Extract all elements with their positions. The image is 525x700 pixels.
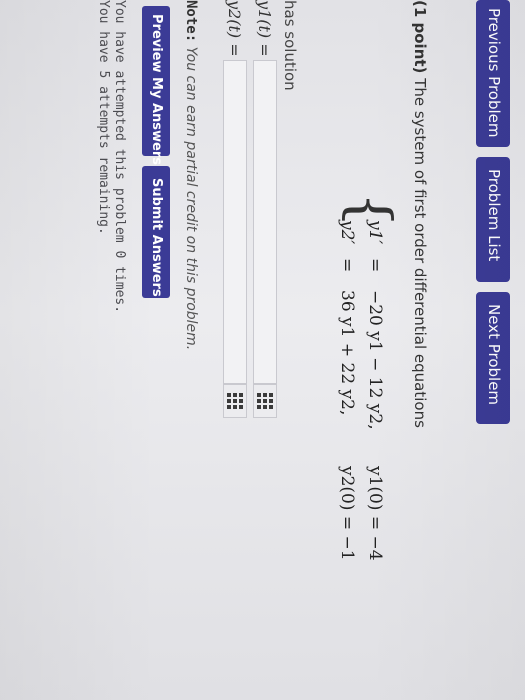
- equation-rhs: −20 y1 − 12 y2,: [365, 290, 385, 430]
- problem-points: (1 point): [411, 0, 429, 74]
- equation-editor-icon[interactable]: [253, 384, 277, 418]
- answer-row-y2: y2(t) =: [218, 0, 248, 560]
- next-problem-button[interactable]: Next Problem: [476, 292, 510, 424]
- problem-navigation: Previous Problem Problem List Next Probl…: [476, 0, 510, 424]
- previous-problem-button[interactable]: Previous Problem: [476, 0, 510, 147]
- y2-answer-input[interactable]: [223, 60, 247, 384]
- preview-answers-button[interactable]: Preview My Answers: [142, 6, 170, 165]
- initial-condition: y2(0) = −1: [337, 466, 357, 561]
- problem-page: Previous Problem Problem List Next Probl…: [0, 0, 525, 700]
- differential-equation-system: { y1′ = −20 y1 − 12 y2, y1(0) = −4 y2′ =…: [311, 192, 407, 612]
- y1-answer-input[interactable]: [253, 60, 277, 384]
- screen: Previous Problem Problem List Next Probl…: [0, 0, 525, 700]
- problem-text: The system of first order differential e…: [411, 78, 429, 428]
- answer-actions: Preview My Answers Submit Answers: [142, 6, 170, 298]
- attempts-count-text: You have attempted this problem 0 times.: [112, 0, 127, 314]
- problem-statement: (1 point) The system of first order diff…: [411, 0, 429, 428]
- note-text: You can earn partial credit on this prob…: [183, 46, 199, 351]
- note-label: Note:: [183, 0, 199, 43]
- equation-editor-icon[interactable]: [223, 384, 247, 418]
- equation-lhs: y2′: [337, 220, 357, 245]
- initial-condition: y1(0) = −4: [365, 466, 385, 561]
- partial-credit-note: Note: You can earn partial credit on thi…: [183, 0, 199, 350]
- answer-row-y1: y1(t) =: [248, 0, 278, 560]
- answer-label: y2(t) =: [225, 0, 244, 57]
- equation-rhs: 36 y1 + 22 y2,: [337, 290, 357, 416]
- attempts-remaining-text: You have 5 attempts remaining.: [96, 0, 111, 235]
- problem-list-button[interactable]: Problem List: [476, 157, 510, 282]
- has-solution-text: has solution: [281, 0, 299, 91]
- equation-lhs: y1′: [365, 220, 385, 245]
- equals-sign: =: [365, 258, 385, 273]
- submit-answers-button[interactable]: Submit Answers: [142, 166, 170, 298]
- answer-label: y1(t) =: [255, 0, 274, 57]
- equals-sign: =: [337, 258, 357, 273]
